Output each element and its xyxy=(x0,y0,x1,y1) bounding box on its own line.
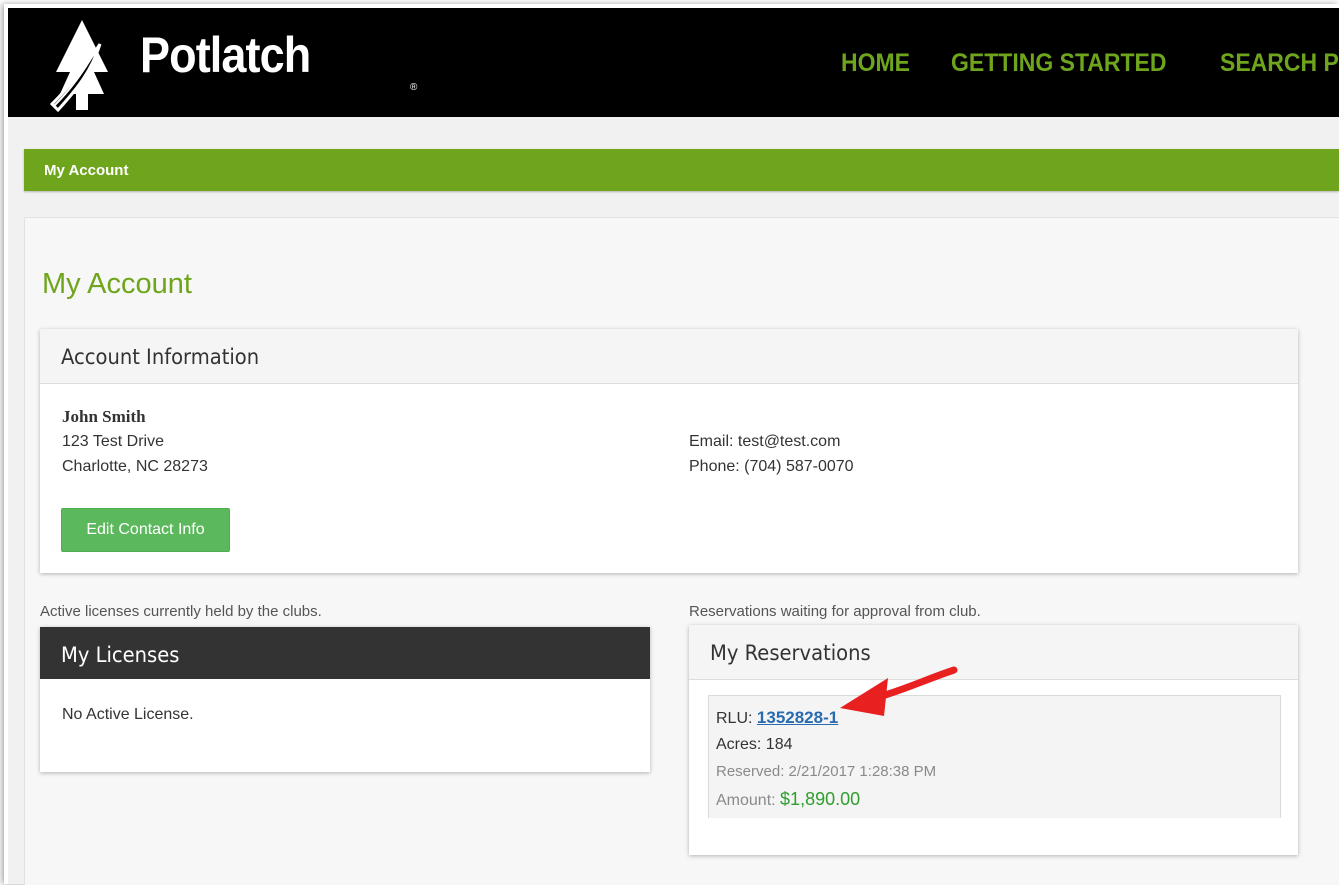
page-title: My Account xyxy=(42,268,192,300)
licenses-header: My Licenses xyxy=(40,627,650,679)
amount-label: Amount: xyxy=(716,792,776,809)
main-nav: HOME GETTING STARTED SEARCH P xyxy=(841,49,1339,78)
potlatch-logo[interactable]: Potlatch ® xyxy=(42,14,417,117)
licenses-heading: My Licenses xyxy=(61,643,180,667)
no-license-message: No Active License. xyxy=(62,706,194,723)
account-address-line2: Charlotte, NC 28273 xyxy=(62,458,208,475)
registered-mark: ® xyxy=(410,82,418,93)
account-phone: Phone: (704) 587-0070 xyxy=(689,458,854,475)
logo-text: Potlatch xyxy=(140,27,311,83)
reservations-header: My Reservations xyxy=(689,625,1298,680)
amount-value: $1,890.00 xyxy=(780,789,861,809)
account-address-line1: 123 Test Drive xyxy=(62,433,164,450)
licenses-caption: Active licenses currently held by the cl… xyxy=(40,603,322,620)
nav-search[interactable]: SEARCH P xyxy=(1220,49,1339,78)
nav-getting-started[interactable]: GETTING STARTED xyxy=(951,49,1167,78)
nav-home[interactable]: HOME xyxy=(841,49,910,78)
breadcrumb: My Account xyxy=(24,149,1339,191)
reservation-amount: Amount: $1,890.00 xyxy=(716,789,860,810)
rlu-link[interactable]: 1352828-1 xyxy=(757,708,838,727)
account-name: John Smith xyxy=(62,407,146,426)
reservations-caption: Reservations waiting for approval from c… xyxy=(689,603,981,620)
licenses-card: My Licenses xyxy=(40,627,650,772)
red-arrow-icon xyxy=(840,666,958,716)
reservation-acres: Acres: 184 xyxy=(716,736,793,753)
tree-leaf-logo-icon xyxy=(49,20,108,113)
reservation-reserved-date: Reserved: 2/21/2017 1:28:38 PM xyxy=(716,763,937,780)
rlu-label: RLU: xyxy=(716,710,753,727)
account-email: Email: test@test.com xyxy=(689,433,841,450)
breadcrumb-label[interactable]: My Account xyxy=(44,162,128,179)
account-info-heading: Account Information xyxy=(61,345,260,369)
reservation-rlu: RLU: 1352828-1 xyxy=(716,708,838,728)
account-info-header: Account Information xyxy=(40,329,1298,384)
site-header: Potlatch ® HOME GETTING STARTED SEARCH P xyxy=(8,8,1339,117)
edit-contact-info-button[interactable]: Edit Contact Info xyxy=(61,508,230,552)
